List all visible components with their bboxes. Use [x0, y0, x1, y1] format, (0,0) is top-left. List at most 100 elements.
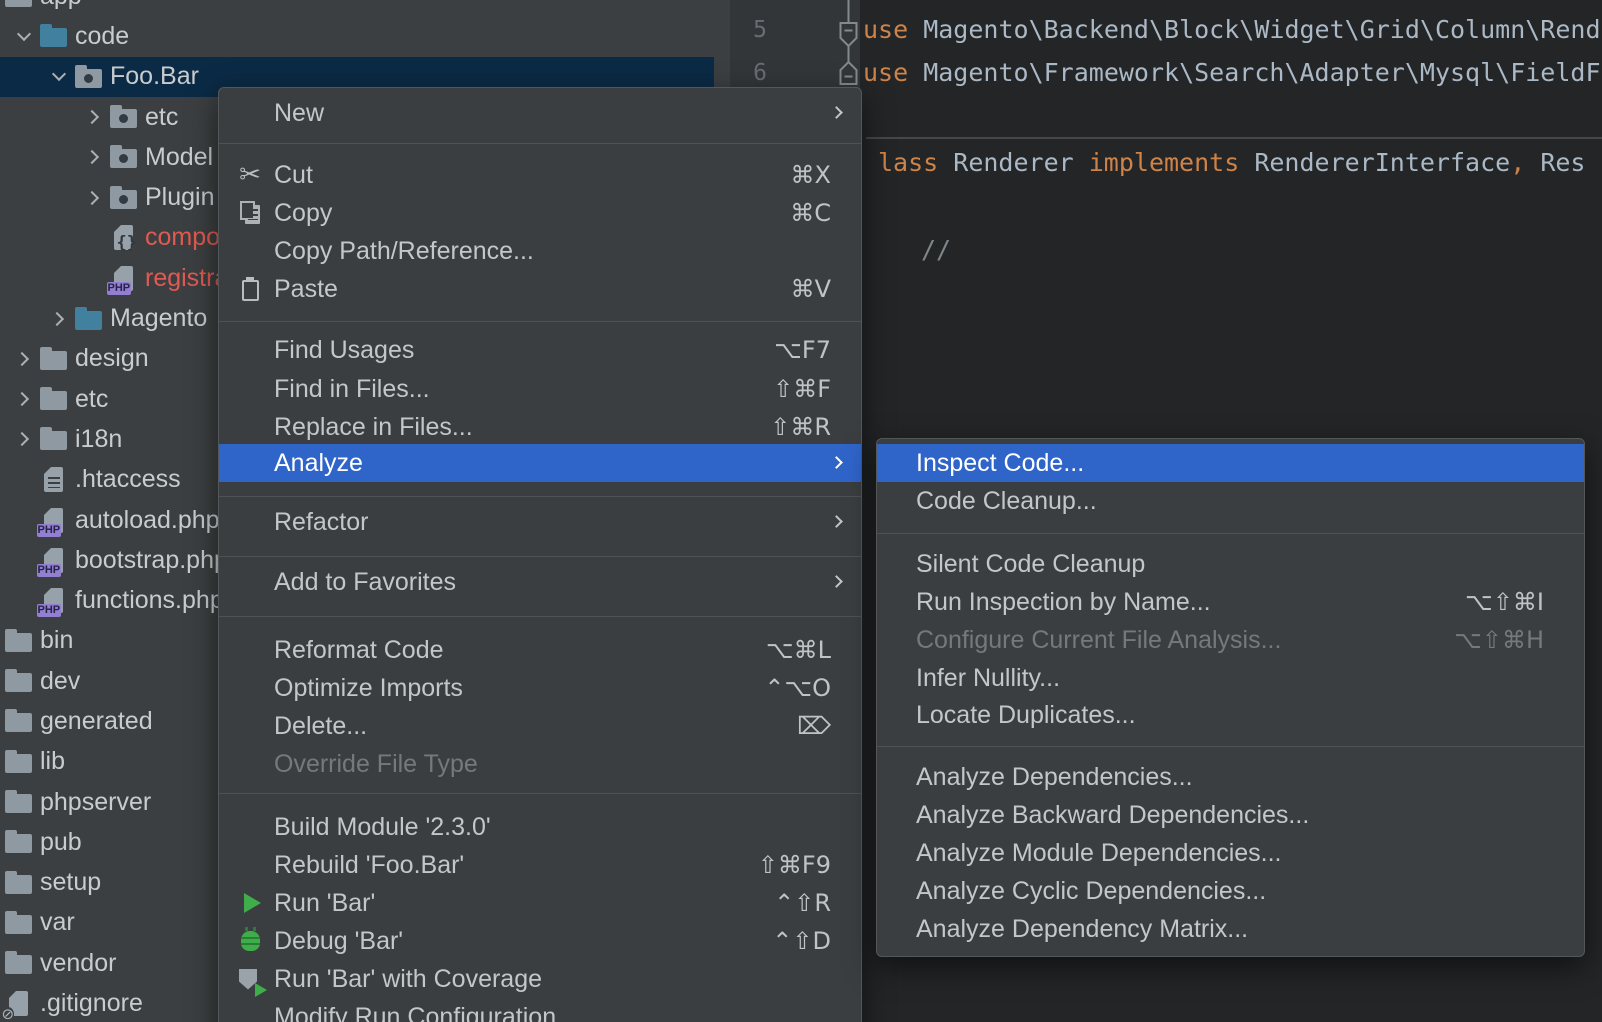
menu-item-rebuild[interactable]: Rebuild 'Foo.Bar' ⇧⌘F9	[219, 846, 861, 884]
menu-item-run-bar[interactable]: Run 'Bar' ⌃⇧R	[219, 884, 861, 922]
chevron-right-icon[interactable]	[9, 394, 39, 404]
code-fold-markers-icon[interactable]	[838, 0, 862, 92]
menu-item-analyze[interactable]: Analyze	[219, 444, 861, 482]
menu-item-override-file-type: Override File Type	[219, 745, 861, 783]
tree-item-label: setup	[40, 868, 101, 897]
code-line-comment[interactable]: //	[921, 235, 951, 265]
menu-item-add-to-favorites[interactable]: Add to Favorites	[219, 563, 861, 601]
php-badge: PHP	[37, 564, 62, 577]
menu-item-code-cleanup[interactable]: Code Cleanup...	[877, 482, 1584, 520]
sources-folder-icon	[74, 305, 102, 333]
menu-item-locate-duplicates[interactable]: Locate Duplicates...	[877, 696, 1584, 734]
chevron-down-icon[interactable]	[44, 74, 74, 79]
delete-key-icon: ⌦	[797, 712, 831, 740]
tree-item-label: app	[40, 0, 82, 11]
menu-item-label: Modify Run Configuration...	[274, 1003, 577, 1022]
folder-icon	[4, 909, 32, 937]
ignored-badge: ⊘	[2, 1007, 15, 1022]
menu-item-debug-bar[interactable]: Debug 'Bar' ⌃⇧D	[219, 922, 861, 960]
code-line-use-framework[interactable]: use Magento\Framework\Search\Adapter\Mys…	[863, 58, 1602, 88]
tree-item-label: etc	[145, 103, 178, 132]
tree-item-label: bootstrap.php	[75, 546, 228, 575]
menu-item-run-inspection-by-name[interactable]: Run Inspection by Name... ⌥⇧⌘I	[877, 583, 1584, 621]
chevron-right-icon[interactable]	[44, 314, 74, 324]
implements-keyword: implements	[1074, 148, 1240, 177]
menu-item-build-module[interactable]: Build Module '2.3.0'	[219, 808, 861, 846]
menu-item-label: Configure Current File Analysis...	[916, 626, 1281, 655]
shortcut-hint: ⌥F7	[774, 336, 831, 364]
chevron-right-icon[interactable]	[79, 152, 109, 162]
menu-item-new[interactable]: New	[219, 94, 861, 132]
tree-item-label: bin	[40, 626, 73, 655]
menu-item-infer-nullity[interactable]: Infer Nullity...	[877, 659, 1584, 697]
chevron-right-icon[interactable]	[9, 434, 39, 444]
menu-item-inspect-code[interactable]: Inspect Code...	[877, 444, 1584, 482]
menu-item-reformat-code[interactable]: Reformat Code ⌥⌘L	[219, 631, 861, 669]
code-line-class-declaration[interactable]: lass Renderer implements RendererInterfa…	[878, 148, 1585, 178]
code-line-use-backend[interactable]: use Magento\Backend\Block\Widget\Grid\Co…	[863, 15, 1602, 45]
menu-item-paste[interactable]: Paste ⌘V	[219, 270, 861, 308]
phpstorm-window: 5 6 use Magento\Backend\Block\Widget\Gri…	[0, 0, 1602, 1022]
menu-item-find-usages[interactable]: Find Usages ⌥F7	[219, 331, 861, 369]
shortcut-hint: ⌘V	[791, 275, 831, 303]
tree-item-label: etc	[75, 385, 108, 414]
menu-item-optimize-imports[interactable]: Optimize Imports ⌃⌥O	[219, 669, 861, 707]
menu-item-label: Inspect Code...	[916, 449, 1084, 478]
clipboard-icon	[234, 273, 266, 305]
run-icon	[234, 887, 266, 919]
menu-item-label: Optimize Imports	[274, 674, 463, 703]
tree-item-label: dev	[40, 667, 80, 696]
chevron-down-icon[interactable]	[9, 34, 39, 39]
menu-item-modify-run-configuration[interactable]: Modify Run Configuration...	[219, 998, 861, 1022]
folder-icon	[4, 667, 32, 695]
menu-item-label: Refactor	[274, 508, 368, 537]
menu-item-copy[interactable]: Copy ⌘C	[219, 194, 861, 232]
menu-item-label: Override File Type	[274, 750, 478, 779]
php-file-icon: PHP	[109, 264, 137, 292]
text-file-icon	[39, 466, 67, 494]
menu-item-copy-path-reference[interactable]: Copy Path/Reference...	[219, 232, 861, 270]
php-badge: PHP	[37, 604, 62, 617]
menu-item-analyze-module-dependencies[interactable]: Analyze Module Dependencies...	[877, 834, 1584, 872]
menu-item-refactor[interactable]: Refactor	[219, 503, 861, 541]
ignored-file-icon: ⊘	[4, 990, 32, 1018]
menu-separator	[219, 556, 861, 557]
tree-item-label: Plugin	[145, 183, 215, 212]
tree-item-label: functions.php	[75, 586, 224, 615]
menu-item-label: Cut	[274, 161, 313, 190]
comma-token: ,	[1510, 148, 1525, 177]
tree-item-app[interactable]: app	[0, 0, 730, 16]
chevron-right-icon[interactable]	[9, 354, 39, 364]
chevron-right-icon[interactable]	[79, 193, 109, 203]
tree-item-code[interactable]: code	[0, 16, 730, 56]
menu-item-label: Infer Nullity...	[916, 664, 1060, 693]
menu-item-find-in-files[interactable]: Find in Files... ⇧⌘F	[219, 370, 861, 408]
menu-item-label: Run 'Bar' with Coverage	[274, 965, 542, 994]
tree-item-label: pub	[40, 828, 82, 857]
menu-item-label: Find Usages	[274, 336, 414, 365]
menu-item-analyze-backward-dependencies[interactable]: Analyze Backward Dependencies...	[877, 796, 1584, 834]
menu-item-analyze-dependency-matrix[interactable]: Analyze Dependency Matrix...	[877, 910, 1584, 948]
menu-item-delete[interactable]: Delete... ⌦	[219, 707, 861, 745]
menu-item-cut[interactable]: ✂ Cut ⌘X	[219, 156, 861, 194]
chevron-right-icon[interactable]	[79, 112, 109, 122]
tree-item-label: design	[75, 344, 149, 373]
shortcut-hint: ⌥⇧⌘H	[1454, 626, 1544, 654]
module-folder-icon	[109, 143, 137, 171]
menu-item-label: Analyze Cyclic Dependencies...	[916, 877, 1266, 906]
braces-glyph: {}	[117, 235, 137, 252]
menu-item-analyze-cyclic-dependencies[interactable]: Analyze Cyclic Dependencies...	[877, 872, 1584, 910]
tree-item-label: vendor	[40, 949, 116, 978]
menu-item-silent-code-cleanup[interactable]: Silent Code Cleanup	[877, 545, 1584, 583]
class-name: Renderer	[938, 148, 1073, 177]
submenu-arrow-icon	[830, 456, 843, 469]
shortcut-hint: ⌘X	[791, 161, 831, 189]
menu-item-run-with-coverage[interactable]: Run 'Bar' with Coverage	[219, 960, 861, 998]
menu-item-configure-current-file-analysis: Configure Current File Analysis... ⌥⇧⌘H	[877, 621, 1584, 659]
menu-item-replace-in-files[interactable]: Replace in Files... ⇧⌘R	[219, 408, 861, 446]
menu-item-label: Copy Path/Reference...	[274, 237, 534, 266]
menu-item-analyze-dependencies[interactable]: Analyze Dependencies...	[877, 758, 1584, 796]
tree-item-label: code	[75, 22, 129, 51]
analyze-submenu: Inspect Code... Code Cleanup... Silent C…	[876, 438, 1585, 957]
menu-item-label: Replace in Files...	[274, 413, 473, 442]
